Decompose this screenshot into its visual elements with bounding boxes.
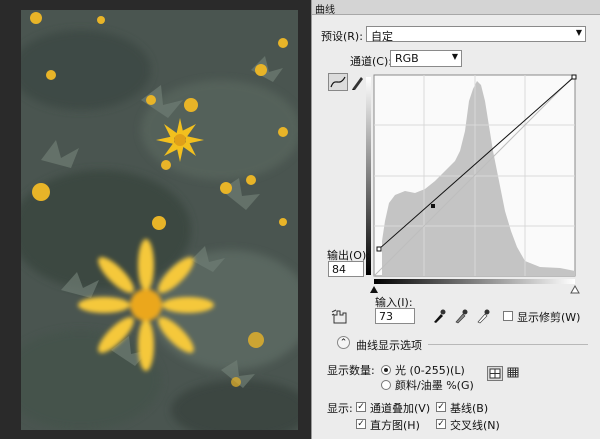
input-gradient-bar bbox=[374, 279, 575, 284]
light-radio[interactable] bbox=[381, 365, 391, 375]
preset-label: 预设(R): bbox=[321, 30, 363, 43]
gray-eyedropper-icon[interactable] bbox=[454, 308, 468, 324]
curves-graph[interactable] bbox=[365, 71, 588, 300]
window-title: 曲线 bbox=[315, 5, 335, 16]
clipping-label: 显示修剪(W) bbox=[517, 311, 581, 324]
preset-dropdown[interactable]: 自定 ▼ bbox=[366, 26, 586, 43]
black-slider bbox=[370, 286, 378, 293]
histogram-checkbox[interactable]: ✓ bbox=[356, 419, 366, 429]
clipping-checkbox[interactable] bbox=[503, 311, 513, 321]
dropdown-arrow-icon: ▼ bbox=[575, 28, 582, 37]
input-field[interactable]: 73 bbox=[375, 308, 415, 324]
curve-options-label: 曲线显示选项 bbox=[356, 339, 422, 352]
baseline-checkbox[interactable]: ✓ bbox=[436, 402, 446, 412]
output-field[interactable]: 84 bbox=[328, 261, 364, 277]
image-canvas[interactable] bbox=[0, 0, 311, 439]
separator bbox=[428, 344, 588, 345]
channel-dropdown[interactable]: RGB ▼ bbox=[390, 50, 462, 67]
channel-overlays-checkbox[interactable]: ✓ bbox=[356, 402, 366, 412]
dropdown-arrow-icon: ▼ bbox=[451, 52, 458, 61]
grid-10-icon[interactable] bbox=[506, 366, 520, 381]
pigment-label: 颜料/油墨 %(G) bbox=[395, 379, 474, 392]
flower-photo bbox=[21, 10, 298, 430]
curve-endpoint bbox=[376, 246, 382, 252]
white-slider bbox=[570, 284, 580, 294]
title-bar: 曲线 bbox=[312, 0, 600, 16]
intersection-label: 交叉线(N) bbox=[450, 419, 500, 432]
curves-panel: 曲线 预设(R): 自定 ▼ 通道(C): RGB ▼ 输出(O): 84 输入… bbox=[311, 0, 600, 439]
hand-adjust-icon[interactable] bbox=[331, 309, 349, 325]
channel-label: 通道(C): bbox=[350, 55, 392, 68]
show-amount-label: 显示数量: bbox=[327, 364, 375, 377]
histogram-label: 直方图(H) bbox=[370, 419, 420, 432]
intersection-checkbox[interactable]: ✓ bbox=[436, 419, 446, 429]
black-eyedropper-icon[interactable] bbox=[432, 308, 446, 324]
pencil-icon[interactable] bbox=[350, 73, 364, 91]
preset-value: 自定 bbox=[371, 30, 393, 43]
curve-endpoint bbox=[571, 74, 577, 80]
channel-overlays-label: 通道叠加(V) bbox=[370, 402, 431, 415]
pigment-radio[interactable] bbox=[381, 380, 391, 390]
output-gradient-bar bbox=[366, 77, 371, 275]
white-eyedropper-icon[interactable] bbox=[476, 308, 490, 324]
grid-4-icon[interactable] bbox=[487, 366, 503, 381]
curve-point bbox=[431, 204, 435, 208]
channel-value: RGB bbox=[395, 52, 419, 65]
baseline-label: 基线(B) bbox=[450, 402, 489, 415]
collapse-icon[interactable]: ⌃ bbox=[337, 336, 350, 349]
curve-edit-icon[interactable] bbox=[328, 73, 348, 91]
show-label: 显示: bbox=[327, 402, 353, 415]
light-label: 光 (0-255)(L) bbox=[395, 364, 465, 377]
